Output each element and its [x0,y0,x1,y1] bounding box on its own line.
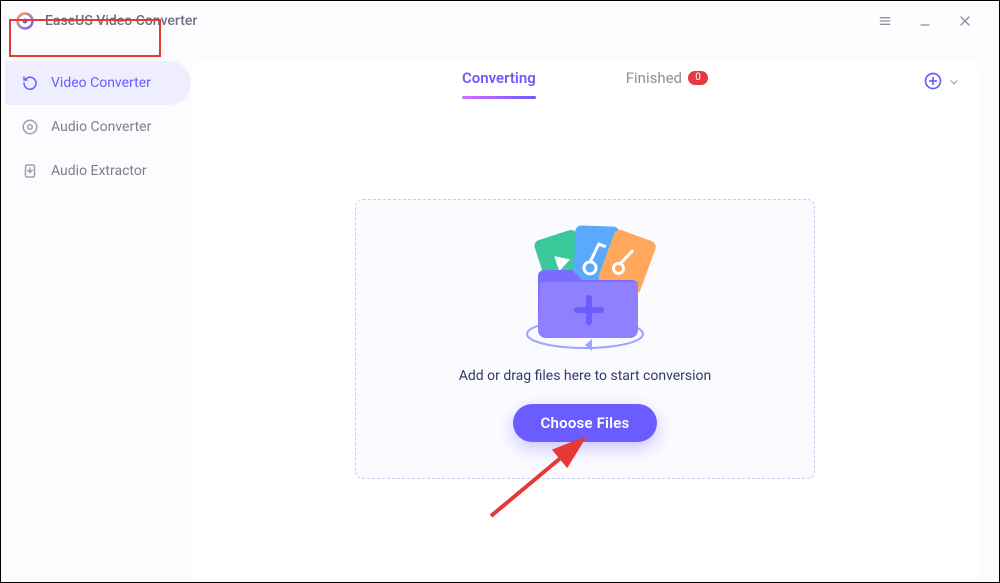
audio-convert-icon [21,118,39,136]
app-logo-icon [15,11,35,31]
tab-label: Finished [626,69,682,87]
app-body: Video Converter Audio Converter Audio Ex… [1,41,999,582]
sidebar: Video Converter Audio Converter Audio Ex… [1,41,191,582]
tab-converting[interactable]: Converting [462,69,536,97]
sidebar-item-label: Audio Extractor [51,163,147,179]
app-window: EaseUS Video Converter Video Converter [0,0,1000,583]
content-card: Converting Finished 0 [191,59,979,582]
dropzone-illustration [500,212,670,362]
sidebar-item-video-converter[interactable]: Video Converter [5,61,191,105]
add-button[interactable] [923,71,943,95]
tab-bar: Converting Finished 0 [191,59,979,107]
main-area: Converting Finished 0 [191,41,999,582]
sidebar-item-audio-converter[interactable]: Audio Converter [1,105,191,149]
app-title: EaseUS Video Converter [45,13,197,29]
sidebar-item-label: Audio Converter [51,119,151,135]
title-bar: EaseUS Video Converter [1,1,999,41]
menu-button[interactable] [865,6,905,36]
sidebar-item-audio-extractor[interactable]: Audio Extractor [1,149,191,193]
dropzone-prompt: Add or drag files here to start conversi… [459,368,712,384]
tab-label: Converting [462,69,536,87]
sidebar-item-label: Video Converter [51,75,151,91]
chevron-down-icon[interactable] [947,74,961,93]
video-convert-icon [21,74,39,92]
tab-finished[interactable]: Finished 0 [626,69,708,97]
choose-files-button[interactable]: Choose Files [513,404,658,442]
close-button[interactable] [945,6,985,36]
audio-extract-icon [21,162,39,180]
file-dropzone[interactable]: Add or drag files here to start conversi… [355,199,815,479]
finished-count-badge: 0 [688,71,708,85]
minimize-button[interactable] [905,6,945,36]
